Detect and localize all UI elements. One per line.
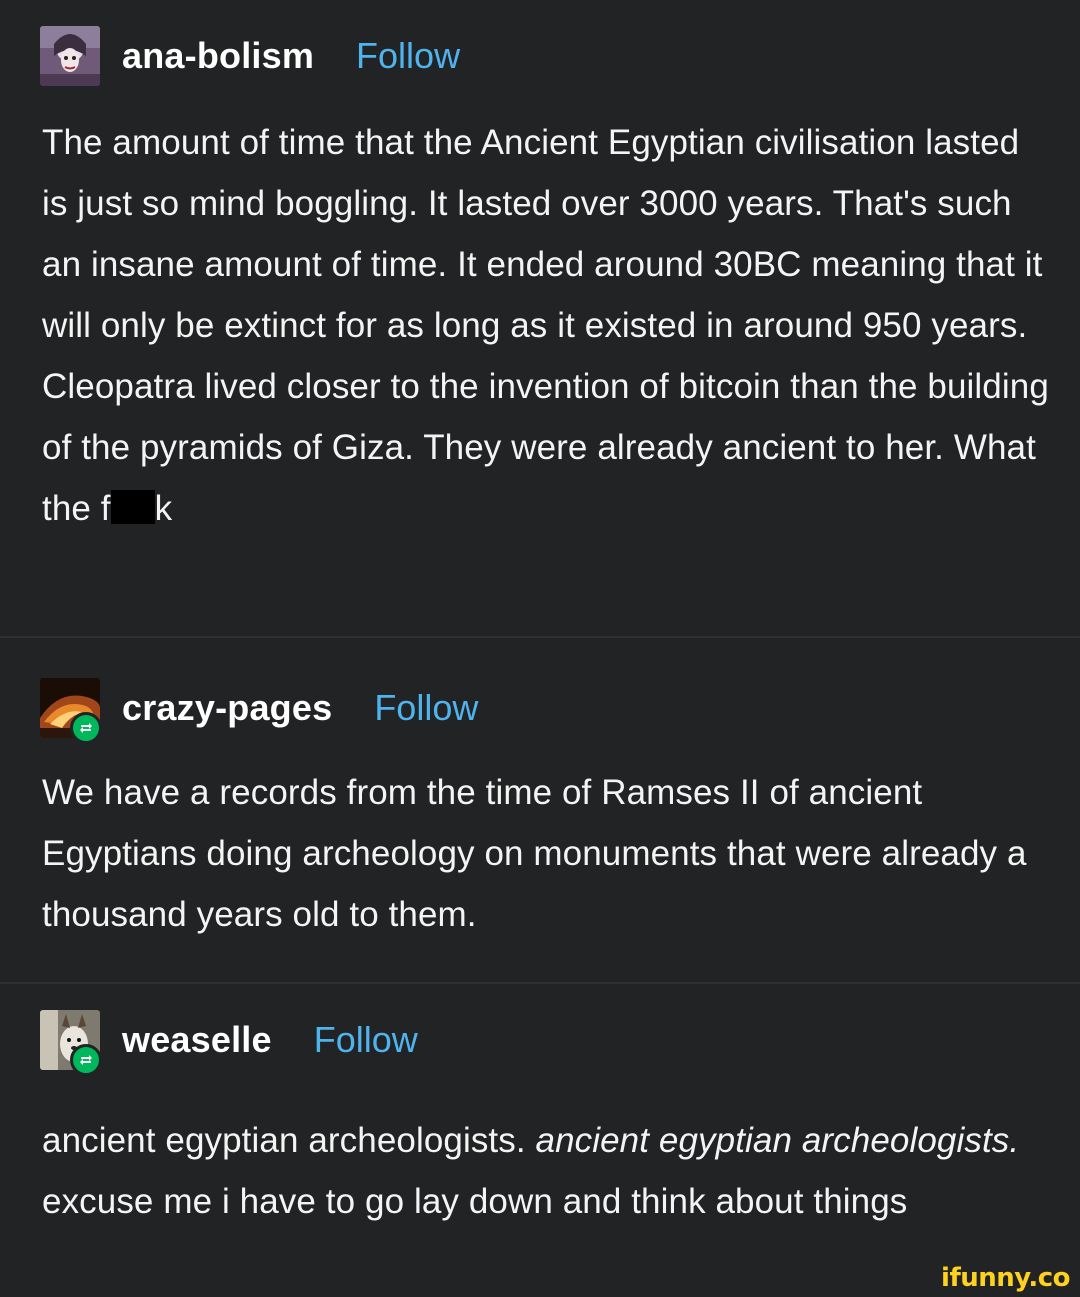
post-reblog: weaselle Follow ancient egyptian archeol… (0, 984, 1080, 1297)
redaction-bar (110, 490, 155, 524)
reblog-icon (70, 1044, 102, 1076)
post-header: weaselle Follow (40, 1010, 418, 1076)
post-text: ancient egyptian archeologists. (42, 1121, 536, 1160)
post-header: ana-bolism Follow (40, 26, 460, 86)
follow-button[interactable]: Follow (356, 35, 460, 77)
username[interactable]: crazy-pages (122, 687, 332, 729)
post-text: excuse me i have to go lay down and thin… (42, 1182, 908, 1221)
post-text-italic: ancient egyptian archeologists. (535, 1121, 1020, 1160)
username[interactable]: weaselle (122, 1019, 272, 1061)
post-body: ancient egyptian archeologists. ancient … (42, 1110, 1052, 1232)
post-header: crazy-pages Follow (40, 678, 478, 744)
watermark: ifunny.co (941, 1263, 1070, 1293)
post-body: We have a records from the time of Ramse… (42, 773, 1027, 934)
post-body: The amount of time that the Ancient Egyp… (42, 112, 1052, 539)
avatar[interactable] (40, 1010, 102, 1076)
profile-photo-icon (40, 26, 100, 86)
reblog-icon (70, 712, 102, 744)
post-reblog: crazy-pages Follow We have a records fro… (0, 638, 1080, 982)
avatar[interactable] (40, 678, 102, 744)
follow-button[interactable]: Follow (374, 687, 478, 729)
post-text-end: k (154, 489, 173, 528)
avatar[interactable] (40, 26, 100, 86)
username[interactable]: ana-bolism (122, 35, 314, 77)
post-text: The amount of time that the Ancient Egyp… (42, 123, 1049, 528)
post-original: ana-bolism Follow The amount of time tha… (0, 0, 1080, 636)
follow-button[interactable]: Follow (314, 1019, 418, 1061)
